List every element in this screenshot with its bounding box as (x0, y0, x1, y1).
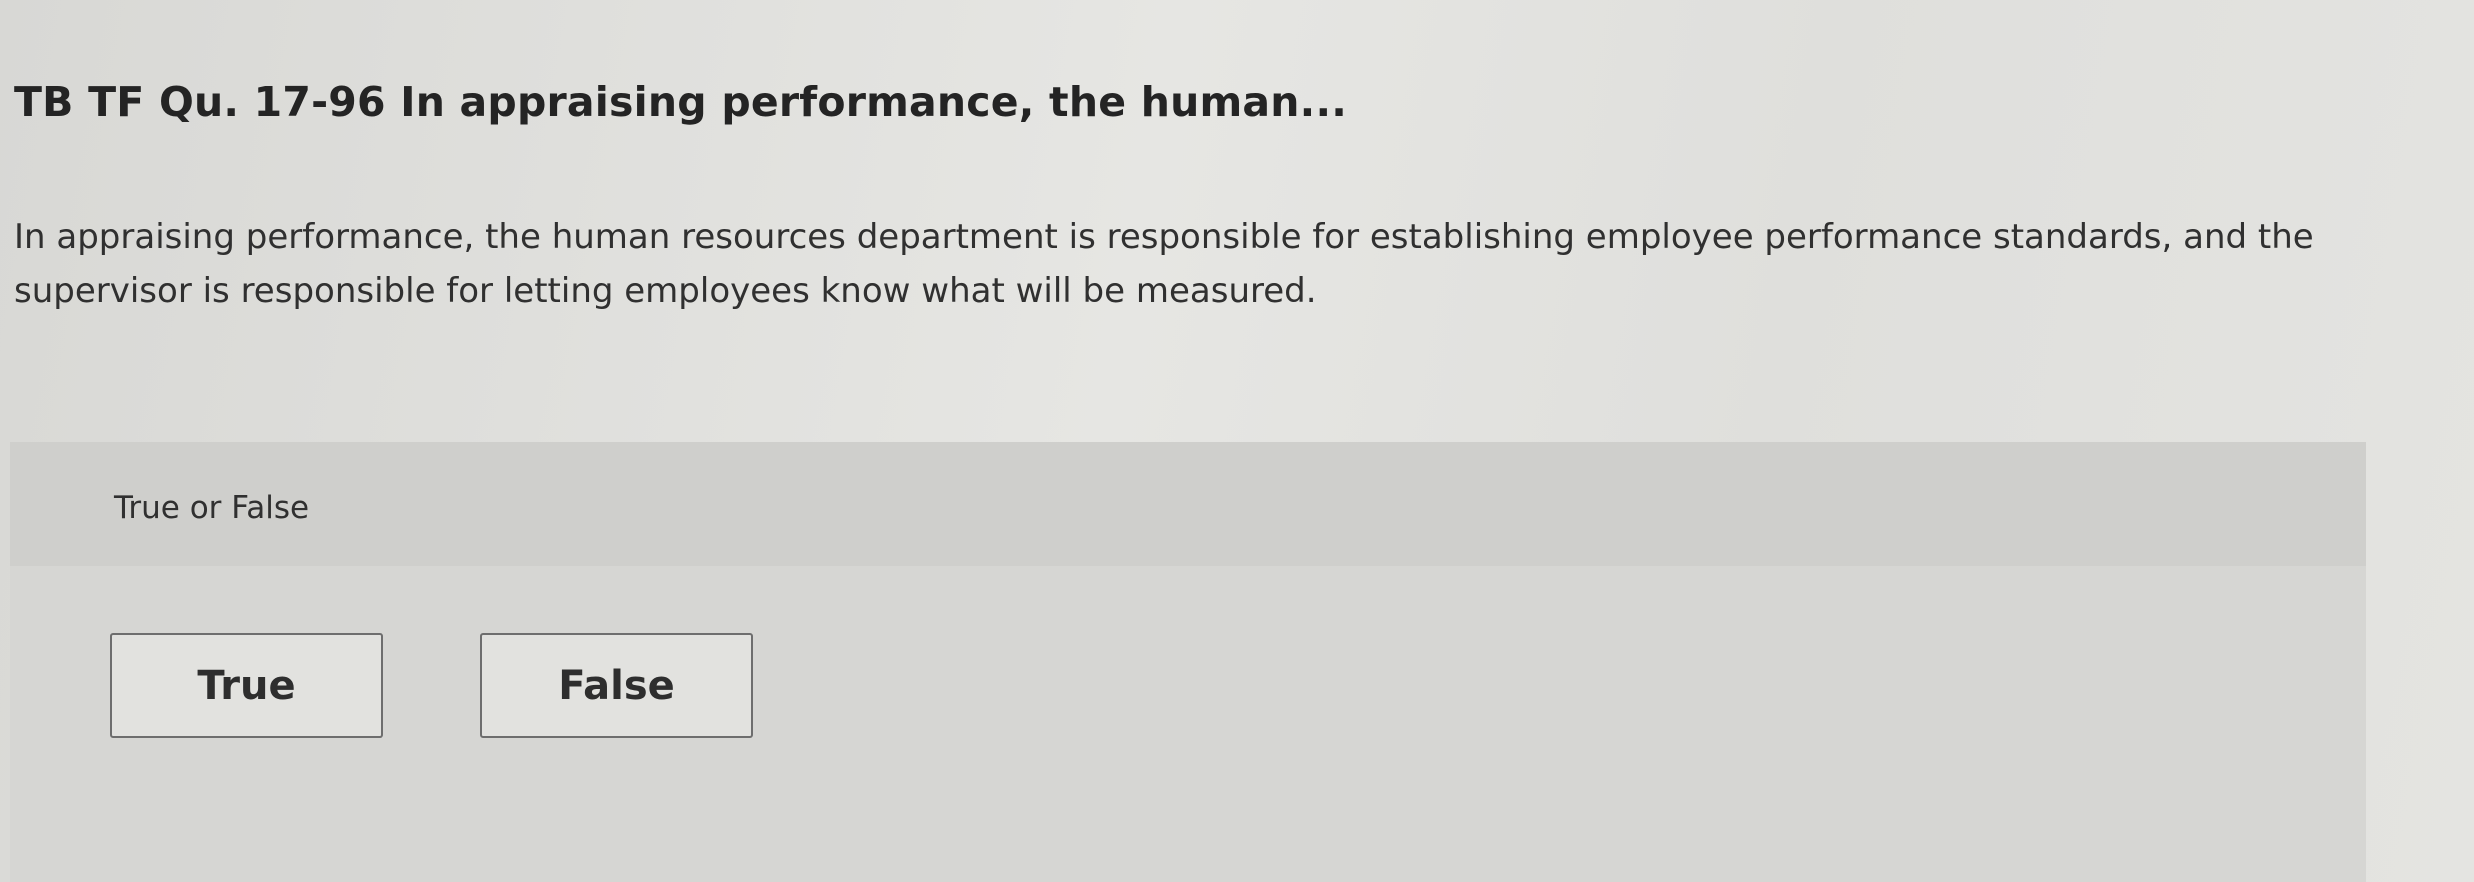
false-button[interactable]: False (480, 633, 753, 738)
question-page: TB TF Qu. 17-96 In appraising performanc… (0, 0, 2474, 882)
answer-prompt: True or False (114, 490, 310, 526)
answer-panel-header: True or False (10, 442, 2366, 566)
question-title: TB TF Qu. 17-96 In appraising performanc… (14, 78, 1348, 126)
question-text: In appraising performance, the human res… (14, 217, 2314, 311)
true-button[interactable]: True (110, 633, 383, 738)
answer-panel: True or False True False (10, 442, 2366, 882)
